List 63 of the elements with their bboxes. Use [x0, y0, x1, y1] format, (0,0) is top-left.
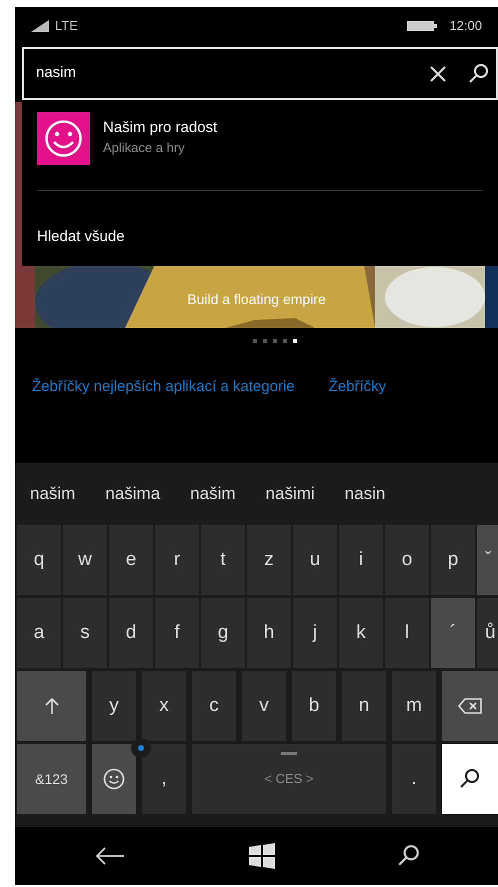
backspace-icon	[458, 698, 482, 714]
key[interactable]: w	[63, 525, 107, 595]
close-icon[interactable]	[428, 64, 448, 84]
key[interactable]: b	[292, 671, 336, 741]
key[interactable]: &123	[17, 744, 86, 814]
banner-caption: Build a floating empire	[186, 290, 327, 309]
network-label: LTE	[55, 17, 78, 36]
key[interactable]: v	[242, 671, 286, 741]
key[interactable]	[442, 744, 498, 814]
suggestion-subtitle: Aplikace a hry	[103, 139, 186, 157]
key[interactable]: a	[17, 598, 61, 668]
smiley-icon	[103, 768, 125, 790]
suggestion-item[interactable]: Našim pro radost Aplikace a hry	[22, 108, 498, 168]
key[interactable]: k	[339, 598, 383, 668]
clock: 12:00	[449, 17, 482, 36]
key[interactable]: d	[109, 598, 153, 668]
key[interactable]: m	[392, 671, 436, 741]
search-icon	[459, 768, 481, 790]
key[interactable]: y	[92, 671, 136, 741]
key[interactable]: s	[63, 598, 107, 668]
arrow-up-icon	[44, 698, 58, 714]
key[interactable]: f	[155, 598, 199, 668]
key[interactable]: p	[431, 525, 475, 595]
search-icon[interactable]	[396, 844, 420, 868]
key[interactable]: c	[192, 671, 236, 741]
back-icon[interactable]	[95, 846, 125, 866]
key[interactable]: q	[17, 525, 61, 595]
search-field[interactable]: nasim	[22, 47, 498, 100]
search-icon[interactable]	[468, 62, 490, 84]
key[interactable]	[92, 744, 136, 814]
key[interactable]: e	[109, 525, 153, 595]
word-suggestion[interactable]: nasin	[344, 481, 386, 507]
word-suggestion[interactable]: našim	[30, 481, 76, 507]
key[interactable]: z	[247, 525, 291, 595]
key[interactable]: l	[385, 598, 429, 668]
key[interactable]: t	[201, 525, 245, 595]
suggestion-title: Našim pro radost	[103, 118, 218, 138]
key[interactable]: h	[247, 598, 291, 668]
word-suggestion[interactable]: našima	[105, 481, 160, 507]
key[interactable]: j	[293, 598, 337, 668]
key[interactable]: ˇ	[477, 525, 498, 595]
key[interactable]: ů	[477, 598, 498, 668]
signal-icon	[31, 20, 49, 32]
smiley-icon	[37, 112, 90, 164]
key[interactable]: ´	[431, 598, 475, 668]
search-everywhere-link[interactable]: Hledat všude	[37, 226, 125, 248]
category-link[interactable]: Žebříčky nejlepších aplikací a kategorie	[32, 376, 295, 398]
key[interactable]: n	[342, 671, 386, 741]
key[interactable]: g	[201, 598, 245, 668]
key[interactable]: i	[339, 525, 383, 595]
battery-icon	[407, 20, 438, 32]
category-link[interactable]: Žebříčky	[328, 376, 386, 398]
key[interactable]: u	[293, 525, 337, 595]
key[interactable]: o	[385, 525, 429, 595]
key[interactable]	[442, 671, 498, 741]
key[interactable]: ,	[142, 744, 186, 814]
key[interactable]: .	[392, 744, 436, 814]
key[interactable]: < CES >	[192, 744, 386, 814]
key[interactable]: x	[142, 671, 186, 741]
key[interactable]: r	[155, 525, 199, 595]
windows-logo-icon[interactable]	[249, 843, 275, 869]
word-suggestion[interactable]: našimi	[266, 481, 315, 507]
word-suggestion[interactable]: našim	[190, 481, 236, 507]
